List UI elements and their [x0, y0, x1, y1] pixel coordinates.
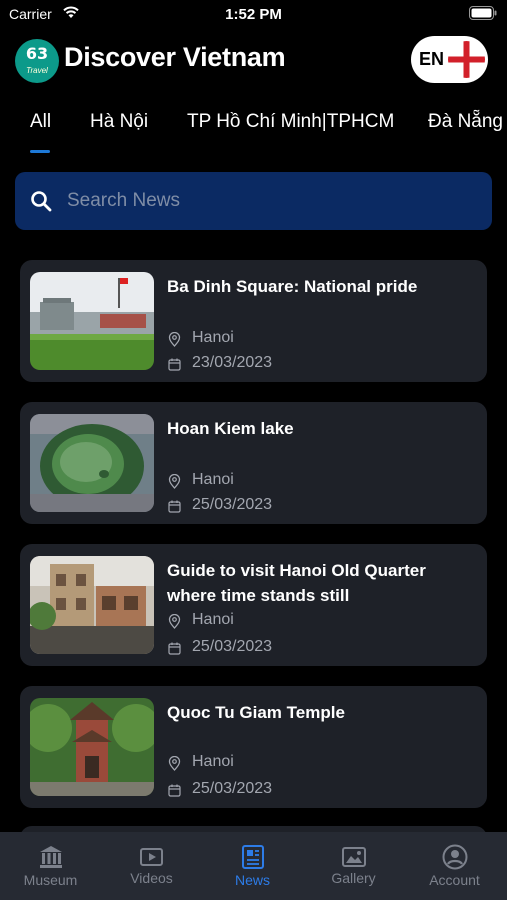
language-switch-button[interactable]: EN: [411, 36, 488, 83]
app-logo: 63 Travel: [15, 39, 59, 83]
news-card[interactable]: Ba Dinh Square: National pride Hanoi 23/…: [20, 260, 487, 382]
battery-icon: [469, 6, 497, 20]
news-date: 23/03/2023: [192, 354, 273, 371]
nav-label: News: [234, 872, 270, 888]
video-icon: [140, 848, 163, 866]
news-thumbnail: [30, 272, 154, 370]
news-thumbnail: [30, 414, 154, 512]
news-location: Hanoi: [192, 471, 234, 488]
news-title: Hoan Kiem lake: [167, 419, 294, 438]
news-thumbnail: [30, 556, 154, 654]
calendar-icon: [168, 358, 181, 371]
app-header: 63 Travel Discover Vietnam EN: [0, 34, 507, 90]
news-card[interactable]: Guide to visit Hanoi Old Quarter where t…: [20, 544, 487, 666]
news-location: Hanoi: [192, 329, 234, 346]
news-location: Hanoi: [192, 611, 234, 628]
status-bar: Carrier 1:52 PM: [0, 0, 507, 30]
location-pin-icon: [168, 474, 181, 489]
location-pin-icon: [168, 614, 181, 629]
news-title: Guide to visit Hanoi Old Quarter where t…: [167, 561, 426, 605]
app-title: Discover Vietnam: [64, 42, 286, 72]
calendar-icon: [168, 500, 181, 513]
nav-museum[interactable]: Museum: [0, 832, 101, 900]
museum-icon: [40, 846, 62, 868]
tab-tp-ho-chi-minh[interactable]: TP Hồ Chí Minh|TPHCM: [187, 111, 394, 133]
news-date: 25/03/2023: [192, 638, 273, 655]
tab-all[interactable]: All: [30, 111, 51, 133]
news-card[interactable]: Hoan Kiem lake Hanoi 25/03/2023: [20, 402, 487, 524]
bottom-nav: Museum Videos News Gallery Account: [0, 832, 507, 900]
nav-label: Account: [429, 872, 480, 888]
nav-videos[interactable]: Videos: [101, 832, 202, 900]
nav-account[interactable]: Account: [404, 832, 505, 900]
calendar-icon: [168, 642, 181, 655]
news-thumbnail: [30, 698, 154, 796]
news-title: Ba Dinh Square: National pride: [167, 277, 418, 296]
nav-label: Gallery: [331, 870, 376, 886]
news-location: Hanoi: [192, 753, 234, 770]
nav-gallery[interactable]: Gallery: [303, 832, 404, 900]
tab-da-nang[interactable]: Đà Nẵng: [428, 111, 503, 133]
news-card[interactable]: Quoc Tu Giam Temple Hanoi 25/03/2023: [20, 686, 487, 808]
news-date: 25/03/2023: [192, 496, 273, 513]
gallery-icon: [342, 847, 366, 867]
logo-subtext: Travel: [26, 66, 48, 75]
search-input[interactable]: [67, 172, 477, 230]
account-icon: [442, 844, 468, 870]
news-date: 25/03/2023: [192, 780, 273, 797]
logo-number: 63: [25, 44, 49, 63]
language-label: EN: [419, 49, 445, 69]
nav-label: Museum: [23, 872, 78, 888]
search-icon[interactable]: [29, 189, 53, 213]
search-bar: [15, 172, 492, 230]
england-flag-icon: [448, 41, 485, 78]
status-time: 1:52 PM: [225, 6, 282, 23]
news-icon: [242, 845, 264, 869]
location-pin-icon: [168, 756, 181, 771]
nav-news[interactable]: News: [202, 832, 303, 900]
category-tabs: All Hà Nội TP Hồ Chí Minh|TPHCM Đà Nẵng: [0, 106, 507, 154]
active-tab-indicator: [30, 150, 50, 153]
calendar-icon: [168, 784, 181, 797]
news-title: Quoc Tu Giam Temple: [167, 703, 345, 722]
location-pin-icon: [168, 332, 181, 347]
tab-ha-noi[interactable]: Hà Nội: [90, 111, 148, 133]
nav-label: Videos: [130, 870, 173, 886]
